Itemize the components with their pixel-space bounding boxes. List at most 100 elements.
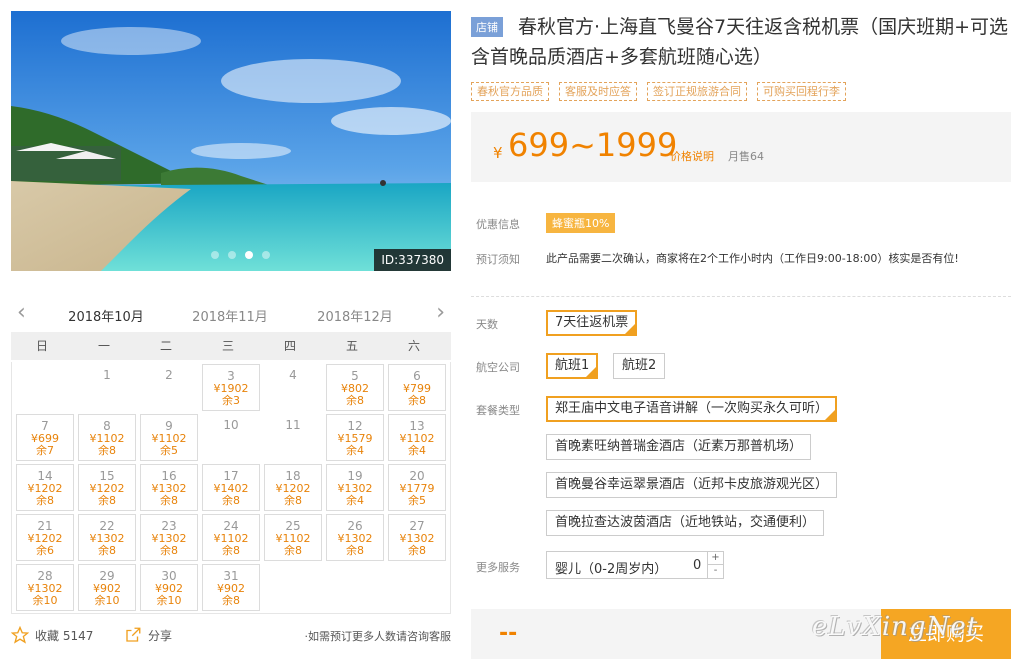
- calendar-day-available[interactable]: 26 ¥1302 余8: [326, 514, 384, 561]
- day-remaining: 余6: [36, 544, 54, 557]
- calendar-day-available[interactable]: 20 ¥1779 余5: [388, 464, 446, 511]
- day-remaining: 余8: [408, 394, 426, 407]
- carousel-dot[interactable]: [262, 251, 270, 259]
- day-number: 1: [103, 368, 111, 382]
- calendar-day-available[interactable]: 19 ¥1302 余4: [326, 464, 384, 511]
- carousel-dot[interactable]: [211, 251, 219, 259]
- calendar-day-available[interactable]: 15 ¥1202 余8: [78, 464, 136, 511]
- share-button[interactable]: 分享: [124, 626, 172, 644]
- option-airline-1[interactable]: 航班1: [546, 353, 599, 379]
- calendar-day-available[interactable]: 14 ¥1202 余8: [16, 464, 74, 511]
- day-remaining: 余8: [160, 544, 178, 557]
- day-remaining: 余10: [156, 594, 182, 607]
- day-remaining: 余5: [408, 494, 426, 507]
- option-days-7[interactable]: 7天往返机票: [546, 310, 638, 336]
- calendar-day-available[interactable]: 28 ¥1302 余10: [16, 564, 74, 611]
- day-number: 4: [289, 368, 297, 382]
- product-id-badge: ID:337380: [374, 249, 451, 271]
- calendar-weekday-header: 日 一 二 三 四 五 六: [11, 332, 451, 360]
- carousel-dots: [211, 251, 270, 259]
- more-services-label: 更多服务: [476, 561, 520, 574]
- calendar-day-available[interactable]: 16 ¥1302 余8: [140, 464, 198, 511]
- option-package-4[interactable]: 首晚拉查达波茵酒店（近地铁站，交通便利）: [546, 510, 825, 536]
- stepper-buttons: + -: [707, 552, 723, 578]
- promo-badge: 蜂蜜瓶10%: [546, 213, 616, 233]
- calendar-day-available[interactable]: 30 ¥902 余10: [140, 564, 198, 611]
- calendar-day-available[interactable]: 29 ¥902 余10: [78, 564, 136, 611]
- calendar-day: 2: [140, 364, 198, 411]
- option-airline-2[interactable]: 航班2: [613, 353, 666, 379]
- day-remaining: 余8: [284, 494, 302, 507]
- calendar-day-available[interactable]: 17 ¥1402 余8: [202, 464, 260, 511]
- calendar-day-available[interactable]: 12 ¥1579 余4: [326, 414, 384, 461]
- feature-tags: 春秋官方品质 客服及时应答 签订正规旅游合同 可购买回程行李: [471, 82, 846, 101]
- day-remaining: 余5: [160, 444, 178, 457]
- calendar-day-available[interactable]: 27 ¥1302 余8: [388, 514, 446, 561]
- infant-quantity-stepper[interactable]: 婴儿（0-2周岁内） 0 + -: [546, 551, 724, 579]
- day-remaining: 余4: [346, 444, 364, 457]
- hero-image[interactable]: ID:337380: [11, 11, 451, 271]
- calendar-day-available[interactable]: 5 ¥802 余8: [326, 364, 384, 411]
- calendar-day-available[interactable]: 22 ¥1302 余8: [78, 514, 136, 561]
- carousel-dot[interactable]: [228, 251, 236, 259]
- calendar-day-available[interactable]: 31 ¥902 余8: [202, 564, 260, 611]
- day-remaining: 余8: [222, 594, 240, 607]
- calendar-day-available[interactable]: 23 ¥1302 余8: [140, 514, 198, 561]
- day-remaining: 余8: [98, 494, 116, 507]
- option-package-2[interactable]: 首晚素旺纳普瑞金酒店（近素万那普机场）: [546, 434, 812, 460]
- day-remaining: 余4: [346, 494, 364, 507]
- tab-month-nov[interactable]: 2018年11月: [185, 306, 275, 333]
- weekday-label: 二: [159, 339, 172, 353]
- day-remaining: 余8: [36, 494, 54, 507]
- prev-month-icon[interactable]: ‹: [17, 302, 26, 324]
- weekday-label: 五: [345, 339, 358, 353]
- currency-symbol: ¥: [493, 144, 503, 162]
- option-package-3[interactable]: 首晚曼谷幸运翠景酒店（近邦卡皮旅游观光区）: [546, 472, 838, 498]
- weekday-label: 六: [407, 339, 420, 353]
- calendar-day-available[interactable]: 25 ¥1102 余8: [264, 514, 322, 561]
- carousel-dot-active[interactable]: [245, 251, 253, 259]
- calendar-day-available[interactable]: 3 ¥1902 余3: [202, 364, 260, 411]
- day-remaining: 余8: [222, 494, 240, 507]
- decrement-button[interactable]: -: [708, 565, 723, 578]
- notice-text: 此产品需要二次确认，商家将在2个工作小时内（工作日9:00-18:00）核实是否…: [546, 252, 959, 265]
- buy-now-button[interactable]: 立即购买: [881, 609, 1011, 659]
- product-title: 春秋官方·上海直飞曼谷7天往返含税机票（国庆班期+可选含首晚品质酒店+多套航班随…: [471, 16, 1009, 68]
- tab-month-dec[interactable]: 2018年12月: [310, 306, 400, 333]
- calendar-day-available[interactable]: 18 ¥1202 余8: [264, 464, 322, 511]
- calendar-day-available[interactable]: 21 ¥1202 余6: [16, 514, 74, 561]
- calendar-day: 11: [264, 414, 322, 461]
- notice-label: 预订须知: [476, 253, 520, 266]
- feature-tag: 可购买回程行李: [757, 82, 846, 101]
- day-remaining: 余8: [284, 544, 302, 557]
- feature-tag: 签订正规旅游合同: [647, 82, 747, 101]
- increment-button[interactable]: +: [708, 552, 723, 565]
- star-icon: [11, 626, 29, 644]
- calendar-day-available[interactable]: 7 ¥699 余7: [16, 414, 74, 461]
- day-remaining: 余10: [94, 594, 120, 607]
- calendar-day-available[interactable]: 24 ¥1102 余8: [202, 514, 260, 561]
- package-label: 套餐类型: [476, 404, 520, 417]
- favorite-button[interactable]: 收藏 5147: [11, 626, 93, 644]
- calendar-day-available[interactable]: 8 ¥1102 余8: [78, 414, 136, 461]
- divider: [471, 296, 1011, 297]
- infant-quantity-value[interactable]: 0: [693, 558, 701, 573]
- share-icon: [126, 627, 141, 642]
- option-package-1[interactable]: 郑王庙中文电子语音讲解（一次购买永久可听）: [546, 396, 838, 422]
- tab-month-oct[interactable]: 2018年10月: [61, 306, 151, 335]
- calendar-day-available[interactable]: 13 ¥1102 余4: [388, 414, 446, 461]
- share-label: 分享: [148, 628, 173, 643]
- day-remaining: 余8: [408, 544, 426, 557]
- day-remaining: 余7: [36, 444, 54, 457]
- purchase-bar: -- 立即购买: [471, 609, 1011, 659]
- next-month-icon[interactable]: ›: [436, 302, 445, 324]
- day-remaining: 余10: [32, 594, 58, 607]
- price-range: 699~1999: [508, 126, 678, 164]
- day-remaining: 余8: [346, 394, 364, 407]
- price-panel: ¥ 699~1999 价格说明 月售64: [471, 112, 1011, 182]
- action-bar: 收藏 5147 分享 ·如需预订更多人数请咨询客服: [11, 622, 451, 648]
- day-number: 2: [165, 368, 173, 382]
- calendar-day-available[interactable]: 6 ¥799 余8: [388, 364, 446, 411]
- price-note-link[interactable]: 价格说明: [670, 148, 714, 164]
- calendar-day-available[interactable]: 9 ¥1102 余5: [140, 414, 198, 461]
